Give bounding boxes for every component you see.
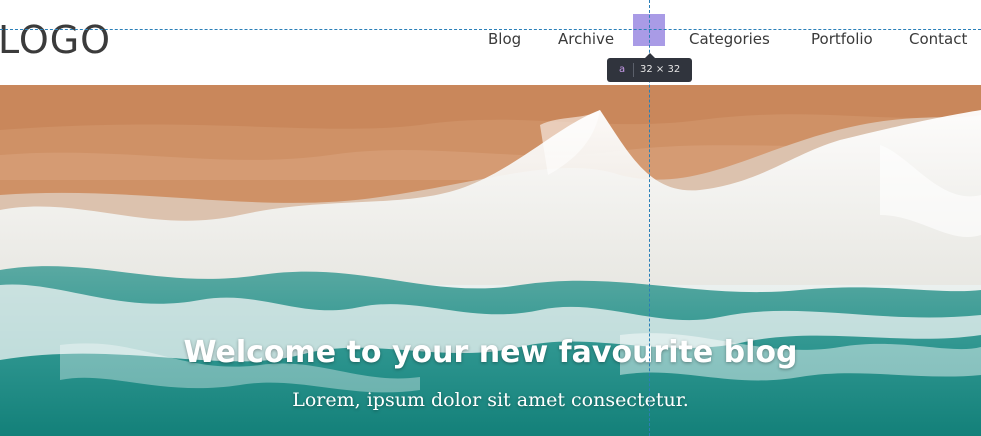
inspector-separator <box>633 63 634 77</box>
nav-link-blog[interactable]: Blog <box>488 30 521 48</box>
nav-link-contact[interactable]: Contact <box>909 30 967 48</box>
hero-banner: Welcome to your new favourite blog Lorem… <box>0 85 981 436</box>
beach-aerial-image <box>0 85 981 436</box>
nav-link-categories[interactable]: Categories <box>689 30 770 48</box>
site-logo[interactable]: LOGO <box>0 18 111 62</box>
inspector-element-size: 32 × 32 <box>640 64 681 75</box>
nav-link-archive[interactable]: Archive <box>558 30 614 48</box>
nav-link-portfolio[interactable]: Portfolio <box>811 30 873 48</box>
site-header: LOGO Blog Archive Categories Portfolio C… <box>0 0 981 85</box>
inspector-tooltip: a 32 × 32 <box>607 53 692 82</box>
inspector-guide-horizontal <box>0 29 981 30</box>
inspector-tag-name: a <box>619 64 626 75</box>
hero-title: Welcome to your new favourite blog <box>183 335 798 370</box>
hero-subtitle: Lorem, ipsum dolor sit amet consectetur. <box>292 389 689 411</box>
